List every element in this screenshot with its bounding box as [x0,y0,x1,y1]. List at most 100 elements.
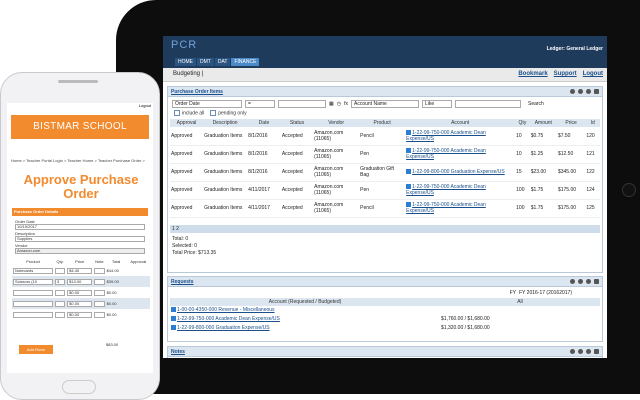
nav-home[interactable]: HOME [175,58,196,66]
account-link[interactable]: 1-22-99-750-000 Academic Dean Expense/US [406,184,486,196]
col-product[interactable]: Product [359,119,406,127]
settings-icon[interactable] [578,89,583,94]
support-link[interactable]: Support [554,71,577,77]
col-price[interactable]: Price [556,119,586,127]
col-all[interactable]: All [440,298,600,306]
account-link[interactable]: 1-22-99-800-000 Graduation Expense/US [412,169,505,175]
account-link[interactable]: 1-22-99-750-000 Academic Dean Expense/US [177,316,280,322]
product-select[interactable] [13,311,53,318]
notes-panel-title[interactable]: Notes [171,349,185,355]
col-account[interactable]: Account [405,119,516,127]
settings-icon[interactable] [578,279,583,284]
table-row[interactable]: 1-00-00-4350-000 Revenue - Miscellaneous [170,306,600,315]
filter-field-select[interactable]: Order Date [172,100,242,108]
calendar-icon[interactable]: ▦ [329,101,334,107]
qty-input[interactable] [55,300,66,307]
col-id[interactable]: Id [585,119,600,127]
requests-panel-title[interactable]: Requests [171,279,194,285]
edit-icon[interactable] [406,202,412,208]
search-button[interactable]: Search [528,101,544,107]
col-description[interactable]: Description [203,119,248,127]
phone-home-button[interactable] [62,380,96,394]
col-approval[interactable]: Approval [170,119,204,127]
price-input[interactable]: $4.40 [67,267,93,274]
logout-link[interactable]: Logout [583,71,603,77]
col-vendor[interactable]: Vendor [313,119,360,127]
table-row[interactable]: 1-22-99-750-000 Academic Dean Expense/US… [170,315,600,324]
qty-input[interactable]: 3 [55,278,66,285]
add-icon[interactable] [570,89,575,94]
col-account-requested[interactable]: Account (Requested / Budgeted) [170,298,440,306]
qty-input[interactable] [55,311,66,318]
clock-icon[interactable]: ◷ [337,101,341,107]
filter-value2-input[interactable] [455,100,521,108]
qty-input[interactable] [55,289,66,296]
account-link[interactable]: 1-22-99-750-000 Academic Dean Expense/US [406,148,486,160]
edit-icon[interactable] [171,325,176,331]
table-row[interactable]: Approved Graduation Items 8/1/2016 Accep… [170,163,600,182]
filter-value-input[interactable] [278,100,326,108]
edit-icon[interactable] [406,148,412,154]
qty-input[interactable] [55,267,66,274]
filter-field2-select[interactable]: Account Name [351,100,419,108]
add-rows-button[interactable]: Add Rows [19,345,53,354]
price-input[interactable]: $13.00 [67,278,93,285]
note-input[interactable] [94,289,105,296]
table-row[interactable]: 1-22-99-800-000 Graduation Expense/US $1… [170,324,600,333]
col-status[interactable]: Status [280,119,314,127]
include-all-checkbox[interactable]: include all [174,110,204,116]
note-input[interactable] [94,278,105,285]
edit-icon[interactable] [406,184,412,190]
maximize-icon[interactable] [594,279,599,284]
bookmark-link[interactable]: Bookmark [518,71,547,77]
price-input[interactable]: $0.00 [67,289,93,296]
col-date[interactable]: Date [247,119,281,127]
pending-only-checkbox[interactable]: pending only [210,110,246,116]
fy-select[interactable]: FY 2016-17 (20162017) [519,290,572,296]
table-row[interactable]: Approved Graduation Items 4/11/2017 Acce… [170,199,600,218]
phone-logout-link[interactable]: Logout [139,103,151,108]
product-select[interactable] [13,300,53,307]
breadcrumb[interactable]: Home > Teacher Portal Login > Teacher Ho… [11,158,151,164]
edit-icon[interactable] [406,129,412,135]
account-link[interactable]: 1-22-99-750-000 Academic Dean Expense/US [406,130,486,142]
edit-icon[interactable] [171,307,176,313]
edit-icon[interactable] [406,169,412,175]
filter-operator-select[interactable]: = [245,100,275,108]
table-row[interactable]: Approved Graduation Items 8/1/2016 Accep… [170,145,600,164]
note-input[interactable] [94,300,105,307]
account-link[interactable]: 1-22-99-750-000 Academic Dean Expense/US [406,202,486,214]
maximize-icon[interactable] [594,349,599,354]
nav-dat[interactable]: DAT [214,58,231,66]
account-link[interactable]: 1-22-99-800-000 Graduation Expense/US [177,325,270,331]
product-select[interactable]: Notecards [13,267,53,274]
edit-icon[interactable] [171,316,176,322]
po-panel-title[interactable]: Purchase Order Items [171,89,223,95]
add-icon[interactable] [570,349,575,354]
price-input[interactable]: $0.00 [67,311,93,318]
vendor-select[interactable]: Amazon.com [15,248,145,254]
col-amount[interactable]: Amount [529,119,557,127]
minimize-icon[interactable] [586,279,591,284]
tablet-home-button[interactable] [622,183,636,197]
price-input[interactable]: $0.00 [67,300,93,307]
maximize-icon[interactable] [594,89,599,94]
product-select[interactable]: Scissors (10 [13,278,53,285]
filter-operator2-select[interactable]: Like [422,100,452,108]
account-link[interactable]: 1-00-00-4350-000 Revenue - Miscellaneous [177,307,275,313]
table-row[interactable]: Approved Graduation Items 4/11/2017 Acce… [170,181,600,200]
description-input[interactable]: Supplies [15,236,145,242]
note-input[interactable] [94,311,105,318]
settings-icon[interactable] [578,349,583,354]
pager[interactable]: 1 2 [170,225,600,233]
table-row[interactable]: Approved Graduation Items 8/1/2016 Accep… [170,127,600,146]
nav-dmt[interactable]: DMT [197,58,214,66]
col-qty[interactable]: Qty [515,119,530,127]
product-select[interactable] [13,289,53,296]
add-icon[interactable] [570,279,575,284]
nav-finance[interactable]: FINANCE [231,58,260,66]
minimize-icon[interactable] [586,349,591,354]
order-date-input[interactable]: 10/19/2017 [15,224,145,230]
note-input[interactable] [94,267,105,274]
minimize-icon[interactable] [586,89,591,94]
